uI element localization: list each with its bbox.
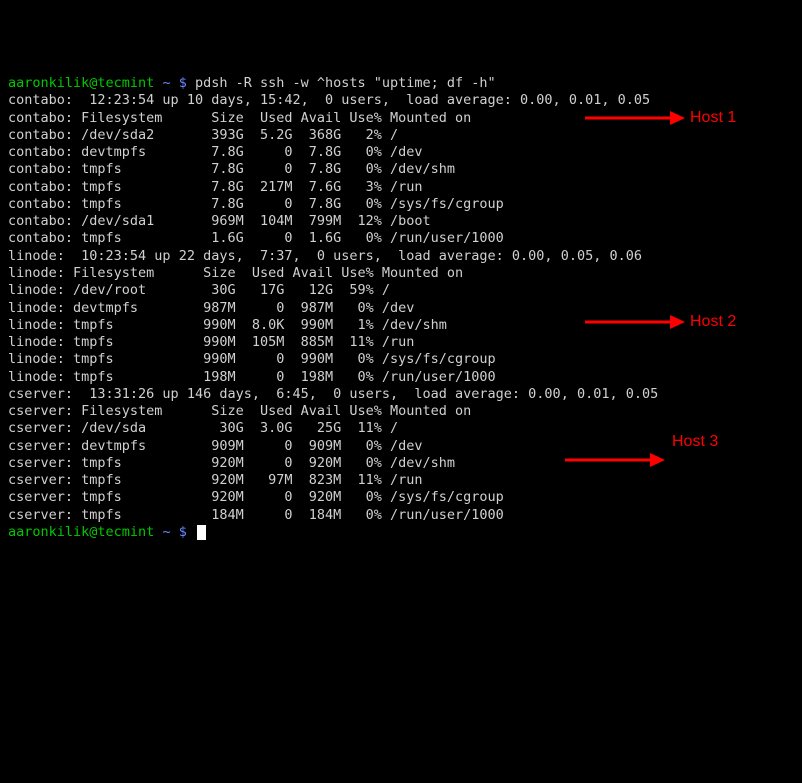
df-row: contabo: tmpfs 7.8G 217M 7.6G 3% /run	[8, 179, 794, 196]
prompt-line: aaronkilik@tecmint ~ $	[8, 524, 794, 541]
df-row: contabo: devtmpfs 7.8G 0 7.8G 0% /dev	[8, 144, 794, 161]
arrow-icon	[585, 90, 685, 147]
arrow-icon	[585, 294, 685, 351]
uptime-line: cserver: 13:31:26 up 146 days, 6:45, 0 u…	[8, 386, 794, 403]
df-row: contabo: tmpfs 7.8G 0 7.8G 0% /sys/fs/cg…	[8, 196, 794, 213]
df-header-line: linode: Filesystem Size Used Avail Use% …	[8, 265, 794, 282]
df-header-line: cserver: Filesystem Size Used Avail Use%…	[8, 403, 794, 420]
df-row: linode: tmpfs 198M 0 198M 0% /run/user/1…	[8, 369, 794, 386]
df-row: cserver: tmpfs 920M 97M 823M 11% /run	[8, 472, 794, 489]
df-row: contabo: tmpfs 1.6G 0 1.6G 0% /run/user/…	[8, 230, 794, 247]
arrow-icon	[565, 432, 665, 489]
uptime-line: linode: 10:23:54 up 22 days, 7:37, 0 use…	[8, 248, 794, 265]
cursor	[197, 525, 206, 540]
annotation-host2: Host 2	[690, 312, 736, 332]
df-row: contabo: tmpfs 7.8G 0 7.8G 0% /dev/shm	[8, 161, 794, 178]
annotation-host1: Host 1	[690, 108, 736, 128]
df-row: contabo: /dev/sda1 969M 104M 799M 12% /b…	[8, 213, 794, 230]
df-row: cserver: tmpfs 920M 0 920M 0% /dev/shm	[8, 455, 794, 472]
df-row: cserver: tmpfs 184M 0 184M 0% /run/user/…	[8, 507, 794, 524]
df-row: linode: tmpfs 990M 0 990M 0% /sys/fs/cgr…	[8, 351, 794, 368]
annotation-host3: Host 3	[672, 432, 718, 452]
df-row: cserver: tmpfs 920M 0 920M 0% /sys/fs/cg…	[8, 489, 794, 506]
